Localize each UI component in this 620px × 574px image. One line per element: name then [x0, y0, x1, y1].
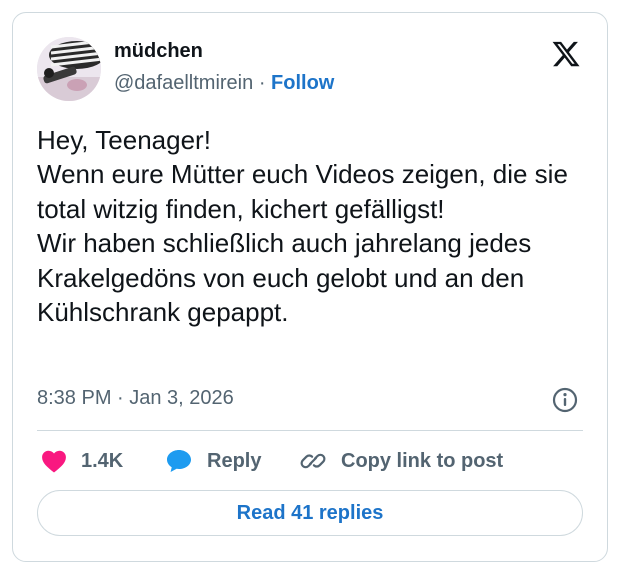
reply-button[interactable]: Reply [165, 446, 261, 476]
reply-label: Reply [207, 449, 262, 472]
avatar-image [37, 37, 101, 101]
divider [37, 430, 583, 431]
copy-link-label: Copy link to post [341, 449, 504, 472]
info-icon[interactable] [551, 386, 579, 414]
avatar[interactable] [37, 37, 101, 101]
post-text: Hey, Teenager! Wenn eure Mütter euch Vid… [37, 125, 568, 328]
like-button[interactable]: 1.4K [41, 446, 123, 476]
author-handle-row: @dafaelltmirein · Follow [114, 72, 334, 95]
follow-button[interactable]: Follow [271, 72, 334, 94]
speech-bubble-icon [167, 450, 191, 472]
embedded-post-card: müdchen @dafaelltmirein · Follow Hey, Te… [12, 12, 608, 562]
link-icon [300, 453, 326, 469]
x-logo-icon[interactable] [551, 39, 581, 69]
author-name[interactable]: müdchen [114, 40, 203, 63]
read-replies-button[interactable]: Read 41 replies [37, 490, 583, 536]
copy-link-button[interactable]: Copy link to post [299, 446, 503, 476]
like-count: 1.4K [81, 449, 124, 472]
separator-dot: · [258, 72, 266, 94]
heart-icon [42, 450, 66, 473]
post-timestamp[interactable]: 8:38 PM · Jan 3, 2026 [37, 387, 234, 410]
author-handle[interactable]: @dafaelltmirein [114, 72, 253, 94]
